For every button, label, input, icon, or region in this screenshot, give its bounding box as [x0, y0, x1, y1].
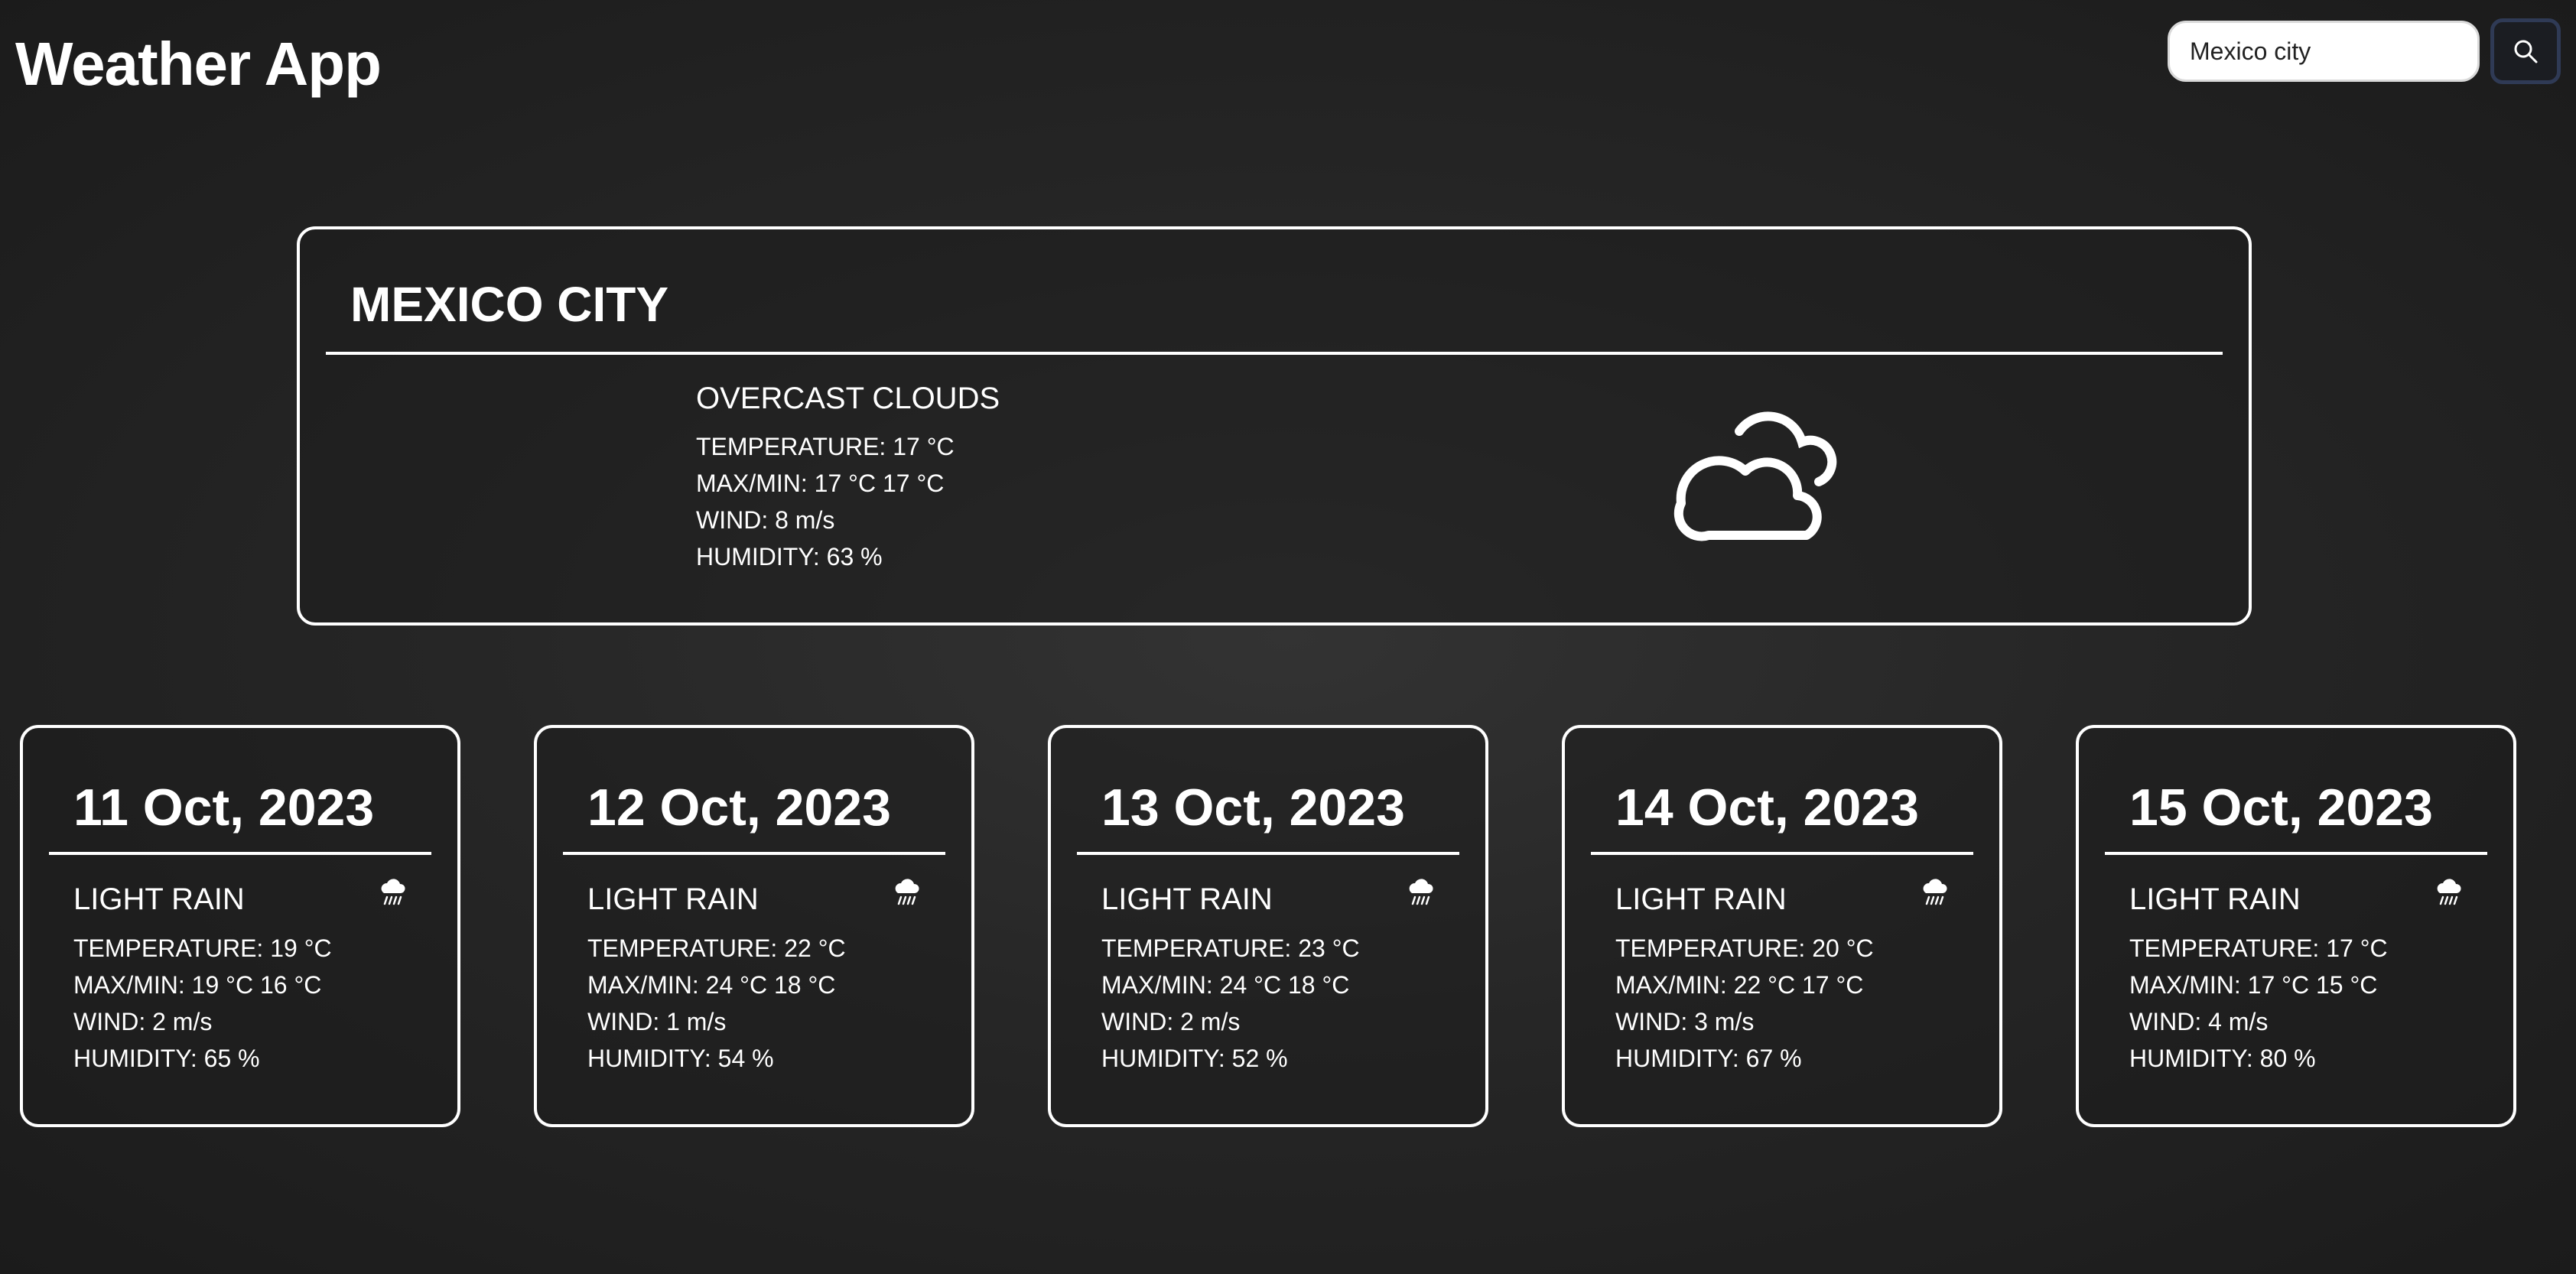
wind-text: WIND: 3 m/s — [1615, 1008, 1755, 1035]
weather-condition: LIGHT RAIN — [2129, 882, 2301, 916]
divider — [1077, 852, 1459, 855]
light-rain-icon — [1409, 879, 1433, 905]
forecast-details: TEMPERATURE: 22 °C MAX/MIN: 24 °C 18 °C … — [587, 930, 846, 1077]
weather-condition: LIGHT RAIN — [587, 882, 759, 916]
forecast-date: 14 Oct, 2023 — [1615, 778, 1919, 837]
humidity-text: HUMIDITY: 67 % — [1615, 1045, 1802, 1072]
divider — [1591, 852, 1973, 855]
forecast-date: 12 Oct, 2023 — [587, 778, 891, 837]
forecast-details: TEMPERATURE: 19 °C MAX/MIN: 19 °C 16 °C … — [73, 930, 332, 1077]
wind-text: WIND: 2 m/s — [1101, 1008, 1241, 1035]
forecast-card: 11 Oct, 2023 LIGHT RAIN TEMPERATURE: 19 … — [20, 725, 460, 1127]
app-title: Weather App — [15, 30, 382, 98]
humidity-text: HUMIDITY: 80 % — [2129, 1045, 2316, 1072]
current-weather-details: OVERCAST CLOUDS TEMPERATURE: 17 °C MAX/M… — [696, 379, 1000, 575]
city-name: MEXICO CITY — [350, 277, 669, 332]
current-weather-card: MEXICO CITY OVERCAST CLOUDS TEMPERATURE:… — [297, 226, 2252, 626]
wind-text: WIND: 4 m/s — [2129, 1008, 2269, 1035]
forecast-date: 11 Oct, 2023 — [73, 778, 375, 837]
temperature-text: TEMPERATURE: 17 °C — [2129, 934, 2388, 962]
divider — [326, 352, 2223, 355]
max-min-text: MAX/MIN: 19 °C 16 °C — [73, 971, 322, 999]
humidity-text: HUMIDITY: 52 % — [1101, 1045, 1288, 1072]
forecast-details: TEMPERATURE: 17 °C MAX/MIN: 17 °C 15 °C … — [2129, 930, 2388, 1077]
max-min-text: MAX/MIN: 17 °C 17 °C — [696, 470, 945, 497]
forecast-date: 15 Oct, 2023 — [2129, 778, 2433, 837]
weather-condition: LIGHT RAIN — [1101, 882, 1273, 916]
divider — [2105, 852, 2487, 855]
divider — [49, 852, 431, 855]
temperature-text: TEMPERATURE: 20 °C — [1615, 934, 1874, 962]
humidity-text: HUMIDITY: 54 % — [587, 1045, 774, 1072]
weather-condition: LIGHT RAIN — [73, 882, 245, 916]
weather-condition: LIGHT RAIN — [1615, 882, 1787, 916]
temperature-text: TEMPERATURE: 22 °C — [587, 934, 846, 962]
humidity-text: HUMIDITY: 63 % — [696, 543, 883, 570]
light-rain-icon — [2437, 879, 2461, 905]
temperature-text: TEMPERATURE: 19 °C — [73, 934, 332, 962]
search-button[interactable] — [2490, 18, 2561, 84]
weather-condition: OVERCAST CLOUDS — [696, 382, 1000, 415]
search-bar — [2168, 18, 2561, 84]
light-rain-icon — [1923, 879, 1947, 905]
wind-text: WIND: 2 m/s — [73, 1008, 213, 1035]
temperature-text: TEMPERATURE: 17 °C — [696, 433, 955, 460]
search-input[interactable] — [2168, 21, 2480, 82]
max-min-text: MAX/MIN: 17 °C 15 °C — [2129, 971, 2378, 999]
forecast-card: 13 Oct, 2023 LIGHT RAIN TEMPERATURE: 23 … — [1048, 725, 1488, 1127]
humidity-text: HUMIDITY: 65 % — [73, 1045, 260, 1072]
light-rain-icon — [895, 879, 919, 905]
wind-text: WIND: 8 m/s — [696, 506, 835, 534]
forecast-card: 15 Oct, 2023 LIGHT RAIN TEMPERATURE: 17 … — [2076, 725, 2516, 1127]
max-min-text: MAX/MIN: 22 °C 17 °C — [1615, 971, 1864, 999]
forecast-date: 13 Oct, 2023 — [1101, 778, 1405, 837]
overcast-clouds-icon — [1673, 411, 1837, 541]
light-rain-icon — [381, 879, 405, 905]
forecast-card: 12 Oct, 2023 LIGHT RAIN TEMPERATURE: 22 … — [534, 725, 974, 1127]
max-min-text: MAX/MIN: 24 °C 18 °C — [587, 971, 836, 999]
wind-text: WIND: 1 m/s — [587, 1008, 727, 1035]
search-icon — [2514, 40, 2538, 63]
forecast-card: 14 Oct, 2023 LIGHT RAIN TEMPERATURE: 20 … — [1562, 725, 2002, 1127]
max-min-text: MAX/MIN: 24 °C 18 °C — [1101, 971, 1350, 999]
divider — [563, 852, 945, 855]
temperature-text: TEMPERATURE: 23 °C — [1101, 934, 1360, 962]
forecast-details: TEMPERATURE: 20 °C MAX/MIN: 22 °C 17 °C … — [1615, 930, 1874, 1077]
forecast-details: TEMPERATURE: 23 °C MAX/MIN: 24 °C 18 °C … — [1101, 930, 1360, 1077]
